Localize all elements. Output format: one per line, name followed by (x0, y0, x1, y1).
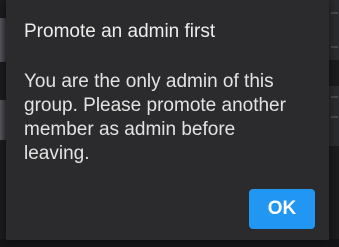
background-tick (331, 12, 338, 14)
background-tick (331, 116, 338, 118)
background-tick (331, 96, 338, 98)
background-list-edge (329, 0, 339, 60)
background-tick (331, 46, 338, 48)
alert-dialog: Promote an admin first You are the only … (6, 0, 329, 240)
background-bottom-bar (0, 239, 339, 247)
screen: Promote an admin first You are the only … (0, 0, 339, 247)
dialog-title: Promote an admin first (24, 21, 216, 42)
dialog-message: You are the only admin of this group. Pl… (24, 71, 286, 164)
ok-button[interactable]: OK (249, 189, 315, 229)
background-list-edge (329, 86, 339, 146)
